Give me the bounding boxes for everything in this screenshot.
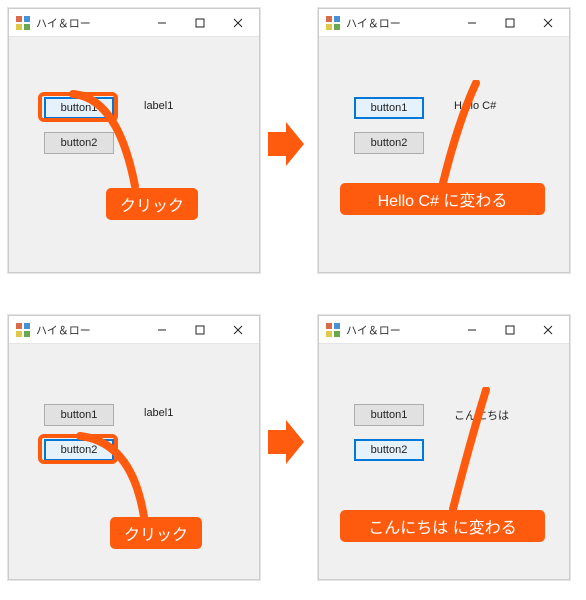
window-controls [143, 9, 257, 36]
maximize-button[interactable] [181, 9, 219, 36]
maximize-button[interactable] [181, 316, 219, 343]
button2[interactable]: button2 [44, 132, 114, 154]
button1[interactable]: button1 [44, 404, 114, 426]
panel-after-button1: ハイ＆ロー button1 button2 Hello C# Hello C# … [318, 8, 578, 285]
window-controls [453, 9, 567, 36]
close-button[interactable] [529, 9, 567, 36]
app-icon [15, 322, 31, 338]
button2[interactable]: button2 [44, 439, 114, 461]
titlebar: ハイ＆ロー [319, 9, 569, 37]
callout-click: クリック [106, 188, 198, 220]
label1: label1 [144, 407, 173, 419]
callout-result: Hello C# に変わる [340, 183, 545, 215]
window-title: ハイ＆ロー [36, 322, 143, 338]
window: ハイ＆ロー button1 button2 Hello C# [318, 8, 570, 273]
app-icon [325, 322, 341, 338]
window-title: ハイ＆ロー [346, 322, 453, 338]
minimize-button[interactable] [143, 9, 181, 36]
button1[interactable]: button1 [44, 97, 114, 119]
titlebar: ハイ＆ロー [9, 9, 259, 37]
maximize-button[interactable] [491, 316, 529, 343]
client-area: button1 button2 こんにちは [319, 344, 569, 579]
maximize-button[interactable] [491, 9, 529, 36]
titlebar: ハイ＆ロー [9, 316, 259, 344]
panel-before-button1: ハイ＆ロー button1 button2 label1 クリック [8, 8, 268, 285]
transition-arrow-icon [268, 122, 304, 166]
label1: こんにちは [454, 407, 509, 423]
app-icon [325, 15, 341, 31]
button2[interactable]: button2 [354, 132, 424, 154]
label1: Hello C# [454, 100, 496, 112]
minimize-button[interactable] [453, 9, 491, 36]
close-button[interactable] [219, 9, 257, 36]
minimize-button[interactable] [143, 316, 181, 343]
label1: label1 [144, 100, 173, 112]
panel-before-button2: ハイ＆ロー button1 button2 label1 クリック [8, 315, 268, 592]
window-title: ハイ＆ロー [346, 15, 453, 31]
client-area: button1 button2 label1 [9, 37, 259, 272]
window: ハイ＆ロー button1 button2 label1 [8, 8, 260, 273]
button1[interactable]: button1 [354, 404, 424, 426]
button2[interactable]: button2 [354, 439, 424, 461]
window-controls [453, 316, 567, 343]
minimize-button[interactable] [453, 316, 491, 343]
button1[interactable]: button1 [354, 97, 424, 119]
window-controls [143, 316, 257, 343]
app-icon [15, 15, 31, 31]
close-button[interactable] [219, 316, 257, 343]
transition-arrow-icon [268, 420, 304, 464]
close-button[interactable] [529, 316, 567, 343]
titlebar: ハイ＆ロー [319, 316, 569, 344]
client-area: button1 button2 Hello C# [319, 37, 569, 272]
window-title: ハイ＆ロー [36, 15, 143, 31]
panel-after-button2: ハイ＆ロー button1 button2 こんにちは こんにちは に変わる [318, 315, 578, 592]
callout-click: クリック [110, 517, 202, 549]
callout-result: こんにちは に変わる [340, 510, 545, 542]
